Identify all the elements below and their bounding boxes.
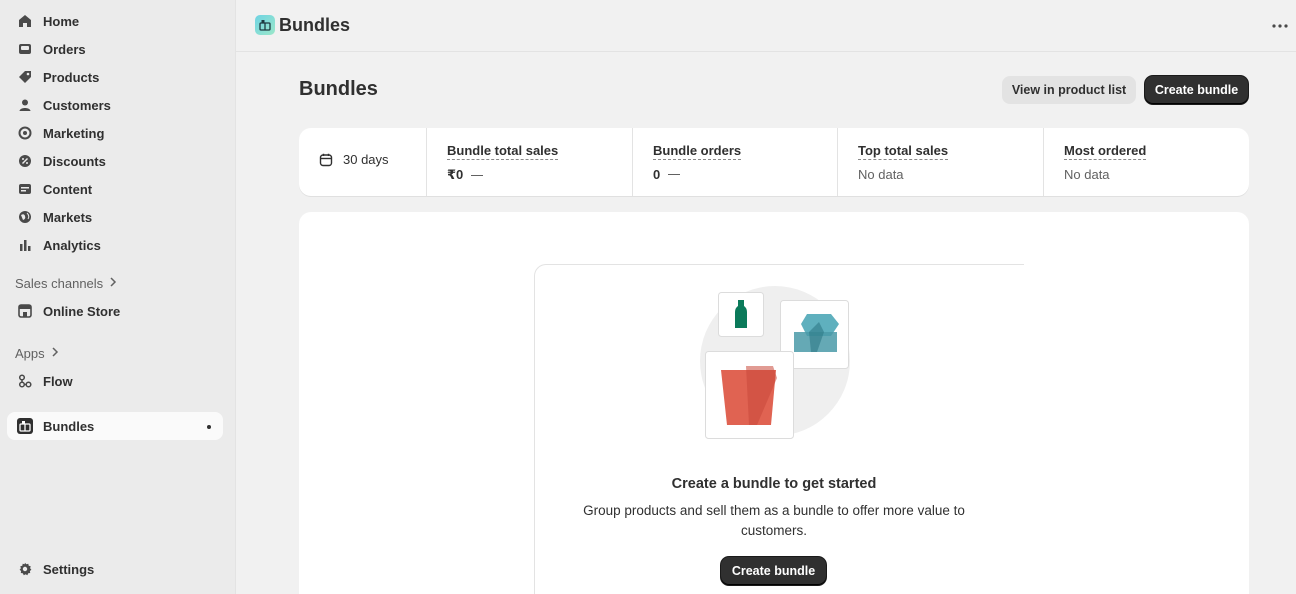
sidebar-item-flow[interactable]: Flow xyxy=(7,367,223,395)
sidebar-item-label: Customers xyxy=(43,97,111,113)
sidebar-item-content[interactable]: Content xyxy=(7,175,223,203)
metric-value: No data xyxy=(1064,167,1110,182)
no-change-indicator xyxy=(668,174,681,175)
sidebar-item-label: Markets xyxy=(43,209,93,225)
sales-channels-label: Sales channels xyxy=(15,276,104,291)
apps-label: Apps xyxy=(15,346,45,361)
more-actions-button[interactable] xyxy=(1268,14,1292,38)
sidebar-item-label: Settings xyxy=(43,561,95,577)
metrics-card: 30 days Bundle total sales ₹0 Bundle ord… xyxy=(299,128,1249,196)
globe-icon xyxy=(17,209,33,225)
sidebar-item-markets[interactable]: Markets xyxy=(7,203,223,231)
active-dot xyxy=(207,425,211,429)
bundles-app-icon xyxy=(255,15,275,35)
sidebar-item-label: Products xyxy=(43,69,100,85)
sidebar-item-marketing[interactable]: Marketing xyxy=(7,119,223,147)
metric-title[interactable]: Bundle orders xyxy=(653,143,742,160)
chevron-right-icon xyxy=(51,347,59,360)
target-icon xyxy=(17,125,33,141)
create-bundle-button[interactable]: Create bundle xyxy=(1145,76,1248,104)
discount-icon xyxy=(17,153,33,169)
sidebar-item-customers[interactable]: Customers xyxy=(7,91,223,119)
empty-state-heading: Create a bundle to get started xyxy=(671,476,877,492)
sidebar-item-label: Online Store xyxy=(43,303,121,319)
sidebar-item-label: Orders xyxy=(43,41,86,57)
metric-most-ordered: Most ordered No data xyxy=(1044,128,1249,196)
empty-state-card: Create a bundle to get started Group pro… xyxy=(299,212,1249,594)
apps-header[interactable]: Apps xyxy=(15,346,59,361)
sidebar-divider xyxy=(235,0,236,594)
bar-chart-icon xyxy=(17,237,33,253)
metric-value: 0 xyxy=(653,167,681,182)
bottle-card xyxy=(718,292,764,337)
metric-bundle-orders: Bundle orders 0 xyxy=(633,128,838,196)
sidebar-item-bundles[interactable]: Bundles xyxy=(7,412,223,440)
sidebar-item-settings[interactable]: Settings xyxy=(7,555,223,583)
metric-value: No data xyxy=(858,167,904,182)
sales-channels-header[interactable]: Sales channels xyxy=(15,276,117,291)
bundle-illustration xyxy=(700,286,850,439)
sidebar-item-label: Content xyxy=(43,181,93,197)
empty-state-description: Group products and sell them as a bundle… xyxy=(583,503,965,538)
sidebar-item-label: Discounts xyxy=(43,153,106,169)
sidebar-item-analytics[interactable]: Analytics xyxy=(7,231,223,259)
app-topbar: Bundles xyxy=(236,0,1296,52)
home-icon xyxy=(17,13,33,29)
metric-title[interactable]: Bundle total sales xyxy=(447,143,559,160)
person-icon xyxy=(17,97,33,113)
metric-title[interactable]: Most ordered xyxy=(1064,143,1147,160)
metric-value: ₹0 xyxy=(447,167,484,183)
date-range-label: 30 days xyxy=(343,152,389,167)
gear-icon xyxy=(17,561,33,577)
sidebar-item-label: Home xyxy=(43,13,80,29)
view-in-product-list-button[interactable]: View in product list xyxy=(1002,76,1136,104)
bundles-app-icon xyxy=(17,418,33,434)
sidebar-item-label: Bundles xyxy=(43,418,95,434)
no-change-indicator xyxy=(471,174,484,176)
more-icon xyxy=(1272,24,1288,28)
sidebar-item-label: Flow xyxy=(43,373,73,389)
sidebar-item-label: Analytics xyxy=(43,237,101,253)
orders-icon xyxy=(17,41,33,57)
sidebar-item-online-store[interactable]: Online Store xyxy=(7,297,223,325)
sidebar-item-orders[interactable]: Orders xyxy=(7,35,223,63)
calendar-icon xyxy=(319,153,333,167)
sidebar-item-label: Marketing xyxy=(43,125,105,141)
sidebar: Home Orders Products Customers Marketing… xyxy=(0,0,235,594)
metric-bundle-total-sales: Bundle total sales ₹0 xyxy=(427,128,632,196)
flow-icon xyxy=(17,373,33,389)
tag-icon xyxy=(17,69,33,85)
date-range-cell: 30 days xyxy=(299,128,426,196)
sidebar-item-products[interactable]: Products xyxy=(7,63,223,91)
store-icon xyxy=(17,303,33,319)
metric-top-total-sales: Top total sales No data xyxy=(838,128,1043,196)
bag-card xyxy=(705,351,794,439)
app-title: Bundles xyxy=(279,15,351,35)
page-title: Bundles xyxy=(299,78,378,100)
metric-title[interactable]: Top total sales xyxy=(858,143,949,160)
sidebar-item-home[interactable]: Home xyxy=(7,7,223,35)
metric-value-text: 0 xyxy=(653,167,661,182)
content-icon xyxy=(17,181,33,197)
date-range-button[interactable]: 30 days xyxy=(319,152,389,167)
metric-value-text: ₹0 xyxy=(447,167,464,182)
empty-state-create-bundle-button[interactable]: Create bundle xyxy=(721,557,826,585)
chevron-right-icon xyxy=(109,277,117,290)
sidebar-item-discounts[interactable]: Discounts xyxy=(7,147,223,175)
